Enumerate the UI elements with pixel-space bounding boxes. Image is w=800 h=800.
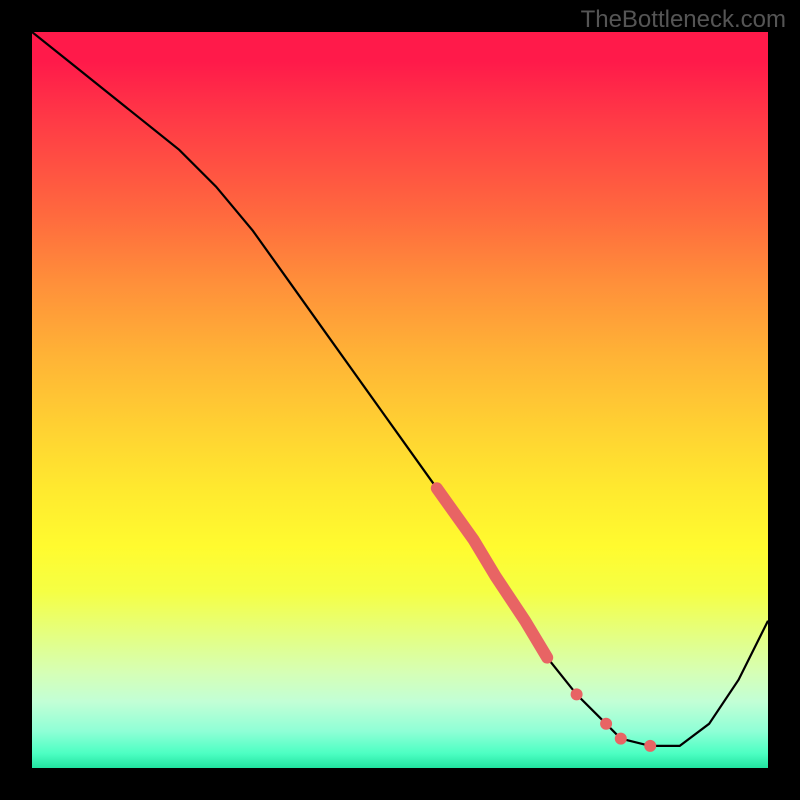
highlight-dot <box>600 718 612 730</box>
curve-highlight-dots <box>571 688 657 752</box>
bottleneck-curve-line <box>32 32 768 746</box>
highlight-dot <box>571 688 583 700</box>
chart-plot-area <box>32 32 768 768</box>
highlight-dot <box>615 733 627 745</box>
highlight-dot <box>644 740 656 752</box>
curve-highlight-segment <box>437 488 547 657</box>
attribution-text: TheBottleneck.com <box>581 6 786 34</box>
chart-svg <box>32 32 768 768</box>
